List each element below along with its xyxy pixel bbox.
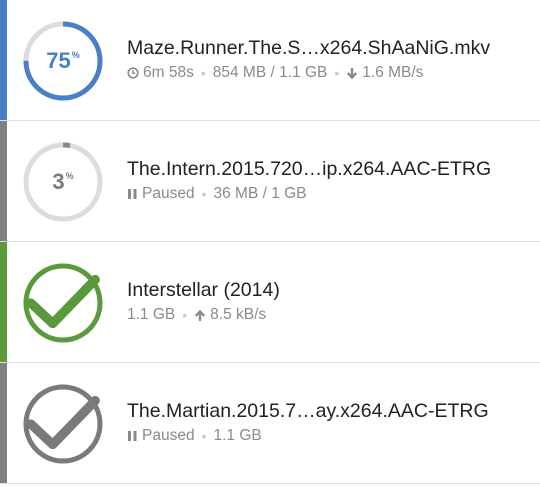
percent-sign: % bbox=[65, 171, 74, 181]
separator-dot: • bbox=[200, 65, 206, 81]
status-stripe bbox=[0, 242, 7, 362]
pause-icon bbox=[128, 189, 137, 199]
torrent-item[interactable]: Interstellar (2014) 1.1 GB • 8.5 kB/s bbox=[0, 242, 540, 363]
download-arrow-icon bbox=[347, 67, 358, 79]
checkmark-icon bbox=[22, 383, 104, 465]
upload-arrow-icon bbox=[195, 309, 206, 321]
progress-ring bbox=[22, 262, 104, 344]
torrent-name: The.Intern.2015.720…ip.x264.AAC-ETRG bbox=[127, 158, 492, 180]
rate-text: 1.6 MB/s bbox=[362, 64, 424, 81]
torrent-meta: 1.1 GB • 8.5 kB/s bbox=[127, 305, 532, 325]
progress-number: 75 bbox=[46, 48, 71, 73]
progress-ring bbox=[22, 383, 104, 465]
status-stripe bbox=[0, 121, 7, 241]
separator-dot: • bbox=[201, 186, 207, 202]
torrent-name: Maze.Runner.The.S…x264.ShAaNiG.mkv bbox=[127, 37, 491, 59]
status-stripe bbox=[0, 363, 7, 483]
separator-dot: • bbox=[182, 307, 188, 323]
clock-icon bbox=[127, 67, 139, 79]
size-text: 854 MB / 1.1 GB bbox=[212, 64, 328, 81]
torrent-meta: Paused • 36 MB / 1 GB bbox=[127, 184, 532, 204]
checkmark-icon bbox=[22, 262, 104, 344]
torrent-list: 75% Maze.Runner.The.S…x264.ShAaNiG.mkv 6… bbox=[0, 0, 540, 484]
status-stripe bbox=[0, 0, 7, 120]
pause-icon bbox=[128, 431, 137, 441]
rate-text: 8.5 kB/s bbox=[210, 306, 267, 323]
status-text: Paused bbox=[142, 185, 195, 202]
torrent-item[interactable]: 3% The.Intern.2015.720…ip.x264.AAC-ETRG … bbox=[0, 121, 540, 242]
size-text: 1.1 GB bbox=[127, 306, 176, 323]
torrent-name: Interstellar (2014) bbox=[127, 279, 280, 301]
torrent-item[interactable]: 75% Maze.Runner.The.S…x264.ShAaNiG.mkv 6… bbox=[0, 0, 540, 121]
eta-text: 6m 58s bbox=[143, 64, 194, 81]
torrent-item[interactable]: The.Martian.2015.7…ay.x264.AAC-ETRG Paus… bbox=[0, 363, 540, 484]
torrent-meta: 6m 58s • 854 MB / 1.1 GB • 1.6 MB/s bbox=[127, 63, 532, 83]
percent-sign: % bbox=[71, 50, 80, 60]
progress-percent: 3% bbox=[22, 141, 104, 223]
size-text: 36 MB / 1 GB bbox=[213, 185, 307, 202]
torrent-name: The.Martian.2015.7…ay.x264.AAC-ETRG bbox=[127, 400, 489, 422]
progress-ring: 3% bbox=[22, 141, 104, 223]
separator-dot: • bbox=[334, 65, 340, 81]
status-text: Paused bbox=[142, 427, 195, 444]
separator-dot: • bbox=[201, 428, 207, 444]
progress-percent: 75% bbox=[22, 20, 104, 102]
size-text: 1.1 GB bbox=[213, 427, 262, 444]
progress-ring: 75% bbox=[22, 20, 104, 102]
progress-number: 3 bbox=[52, 169, 65, 194]
torrent-meta: Paused • 1.1 GB bbox=[127, 426, 532, 446]
